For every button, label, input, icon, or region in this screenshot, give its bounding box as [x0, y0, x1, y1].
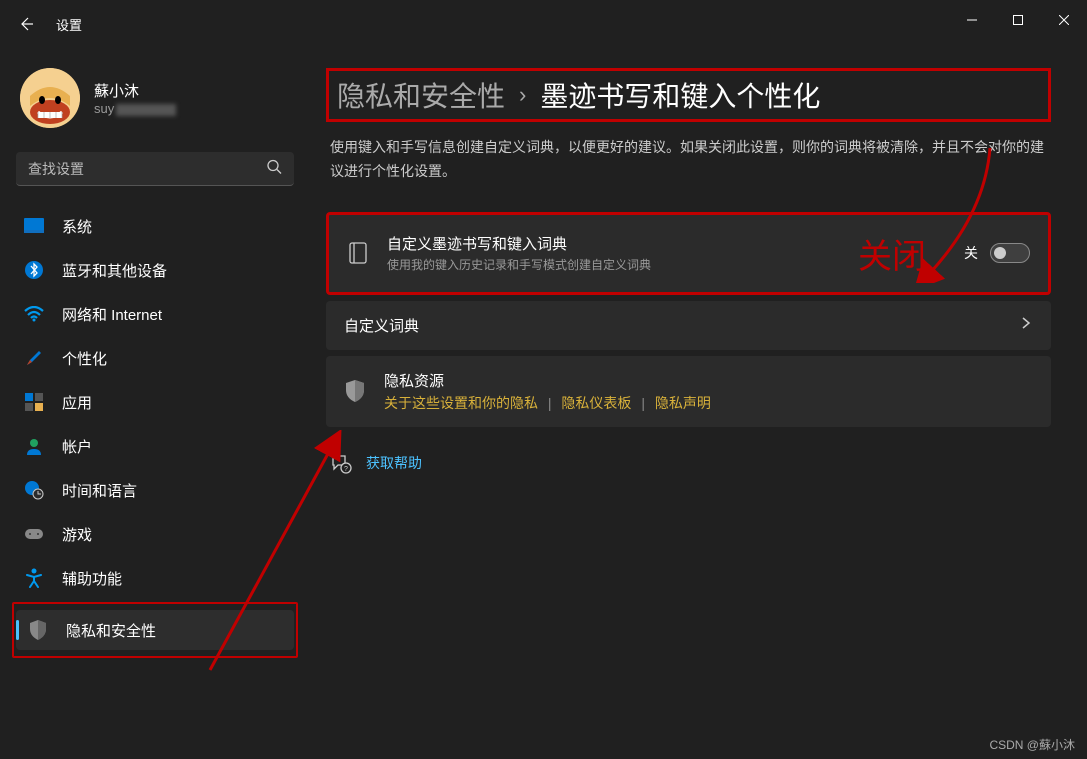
- chevron-right-icon: [1019, 316, 1033, 335]
- sidebar-item-label: 辅助功能: [62, 568, 122, 589]
- gamepad-icon: [24, 524, 44, 544]
- sidebar-item-label: 应用: [62, 392, 92, 413]
- sidebar-item-label: 系统: [62, 216, 92, 237]
- breadcrumb-current: 墨迹书写和键入个性化: [540, 75, 820, 115]
- watermark: CSDN @蘇小沐: [989, 736, 1075, 753]
- paintbrush-icon: [24, 348, 44, 368]
- page-description: 使用键入和手写信息创建自定义词典，以便更好的建议。如果关闭此设置，则你的词典将被…: [326, 136, 1051, 184]
- breadcrumb: 隐私和安全性 › 墨迹书写和键入个性化: [326, 68, 1051, 122]
- sidebar: 蘇小沐 suy 系统 蓝牙和其他设备 网络和 Internet: [0, 48, 310, 759]
- svg-text:?: ?: [344, 466, 348, 473]
- card-custom-dictionary-link[interactable]: 自定义词典: [326, 301, 1051, 350]
- card-privacy-resources: 隐私资源 关于这些设置和你的隐私 | 隐私仪表板 | 隐私声明: [326, 356, 1051, 427]
- chevron-right-icon: ›: [519, 82, 526, 108]
- nav-list: 系统 蓝牙和其他设备 网络和 Internet 个性化 应用 帐户: [12, 202, 298, 759]
- minimize-button[interactable]: [949, 4, 995, 36]
- sidebar-item-accounts[interactable]: 帐户: [12, 426, 298, 466]
- accessibility-icon: [24, 568, 44, 588]
- sidebar-item-gaming[interactable]: 游戏: [12, 514, 298, 554]
- link-privacy-statement[interactable]: 隐私声明: [655, 395, 711, 411]
- toggle-switch[interactable]: [990, 243, 1030, 263]
- profile-name: 蘇小沐: [94, 80, 176, 101]
- annotation-close-label: 关闭: [858, 229, 926, 278]
- sidebar-item-label: 网络和 Internet: [62, 304, 162, 325]
- system-icon: [24, 216, 44, 236]
- wifi-icon: [24, 304, 44, 324]
- sidebar-item-label: 隐私和安全性: [66, 620, 156, 641]
- sidebar-item-label: 个性化: [62, 348, 107, 369]
- help-chat-icon: ?: [330, 453, 350, 473]
- help-link[interactable]: 获取帮助: [366, 453, 422, 473]
- card-title: 自定义墨迹书写和键入词典: [387, 233, 840, 254]
- sidebar-item-privacy[interactable]: 隐私和安全性: [16, 610, 294, 650]
- sidebar-item-time-language[interactable]: 时间和语言: [12, 470, 298, 510]
- bluetooth-icon: [24, 260, 44, 280]
- annotation-nav-highlight: 隐私和安全性: [12, 602, 298, 658]
- profile[interactable]: 蘇小沐 suy: [12, 48, 298, 148]
- card-custom-dictionary-toggle: 自定义墨迹书写和键入词典 使用我的键入历史记录和手写模式创建自定义词典 关闭 关: [326, 212, 1051, 295]
- sidebar-item-apps[interactable]: 应用: [12, 382, 298, 422]
- sidebar-item-label: 时间和语言: [62, 480, 137, 501]
- shield-icon: [344, 380, 366, 402]
- resources-links: 关于这些设置和你的隐私 | 隐私仪表板 | 隐私声明: [384, 393, 1033, 413]
- sidebar-item-bluetooth[interactable]: 蓝牙和其他设备: [12, 250, 298, 290]
- sidebar-item-label: 游戏: [62, 524, 92, 545]
- search-input[interactable]: [16, 152, 294, 186]
- link-privacy-dashboard[interactable]: 隐私仪表板: [561, 395, 631, 411]
- sidebar-item-accessibility[interactable]: 辅助功能: [12, 558, 298, 598]
- main-content: 隐私和安全性 › 墨迹书写和键入个性化 使用键入和手写信息创建自定义词典，以便更…: [310, 48, 1087, 759]
- dictionary-icon: [347, 242, 369, 264]
- link-about-privacy[interactable]: 关于这些设置和你的隐私: [384, 395, 538, 411]
- get-help-row[interactable]: ? 获取帮助: [326, 433, 1051, 493]
- sidebar-item-label: 蓝牙和其他设备: [62, 260, 167, 281]
- toggle-state-label: 关: [964, 243, 978, 263]
- card-title: 隐私资源: [384, 370, 1033, 391]
- sidebar-item-label: 帐户: [62, 436, 92, 457]
- card-title: 自定义词典: [344, 315, 1001, 336]
- close-button[interactable]: [1041, 4, 1087, 36]
- app-title: 设置: [56, 15, 82, 34]
- avatar: [20, 68, 80, 128]
- apps-icon: [24, 392, 44, 412]
- person-icon: [24, 436, 44, 456]
- sidebar-item-personalization[interactable]: 个性化: [12, 338, 298, 378]
- shield-icon: [28, 620, 48, 640]
- globe-clock-icon: [24, 480, 44, 500]
- sidebar-item-network[interactable]: 网络和 Internet: [12, 294, 298, 334]
- back-button[interactable]: [16, 14, 36, 34]
- profile-email: suy: [94, 101, 176, 116]
- maximize-button[interactable]: [995, 4, 1041, 36]
- card-subtitle: 使用我的键入历史记录和手写模式创建自定义词典: [387, 256, 840, 273]
- sidebar-item-system[interactable]: 系统: [12, 206, 298, 246]
- breadcrumb-parent[interactable]: 隐私和安全性: [337, 75, 505, 115]
- titlebar: 设置: [0, 0, 1087, 48]
- search-icon: [266, 159, 282, 180]
